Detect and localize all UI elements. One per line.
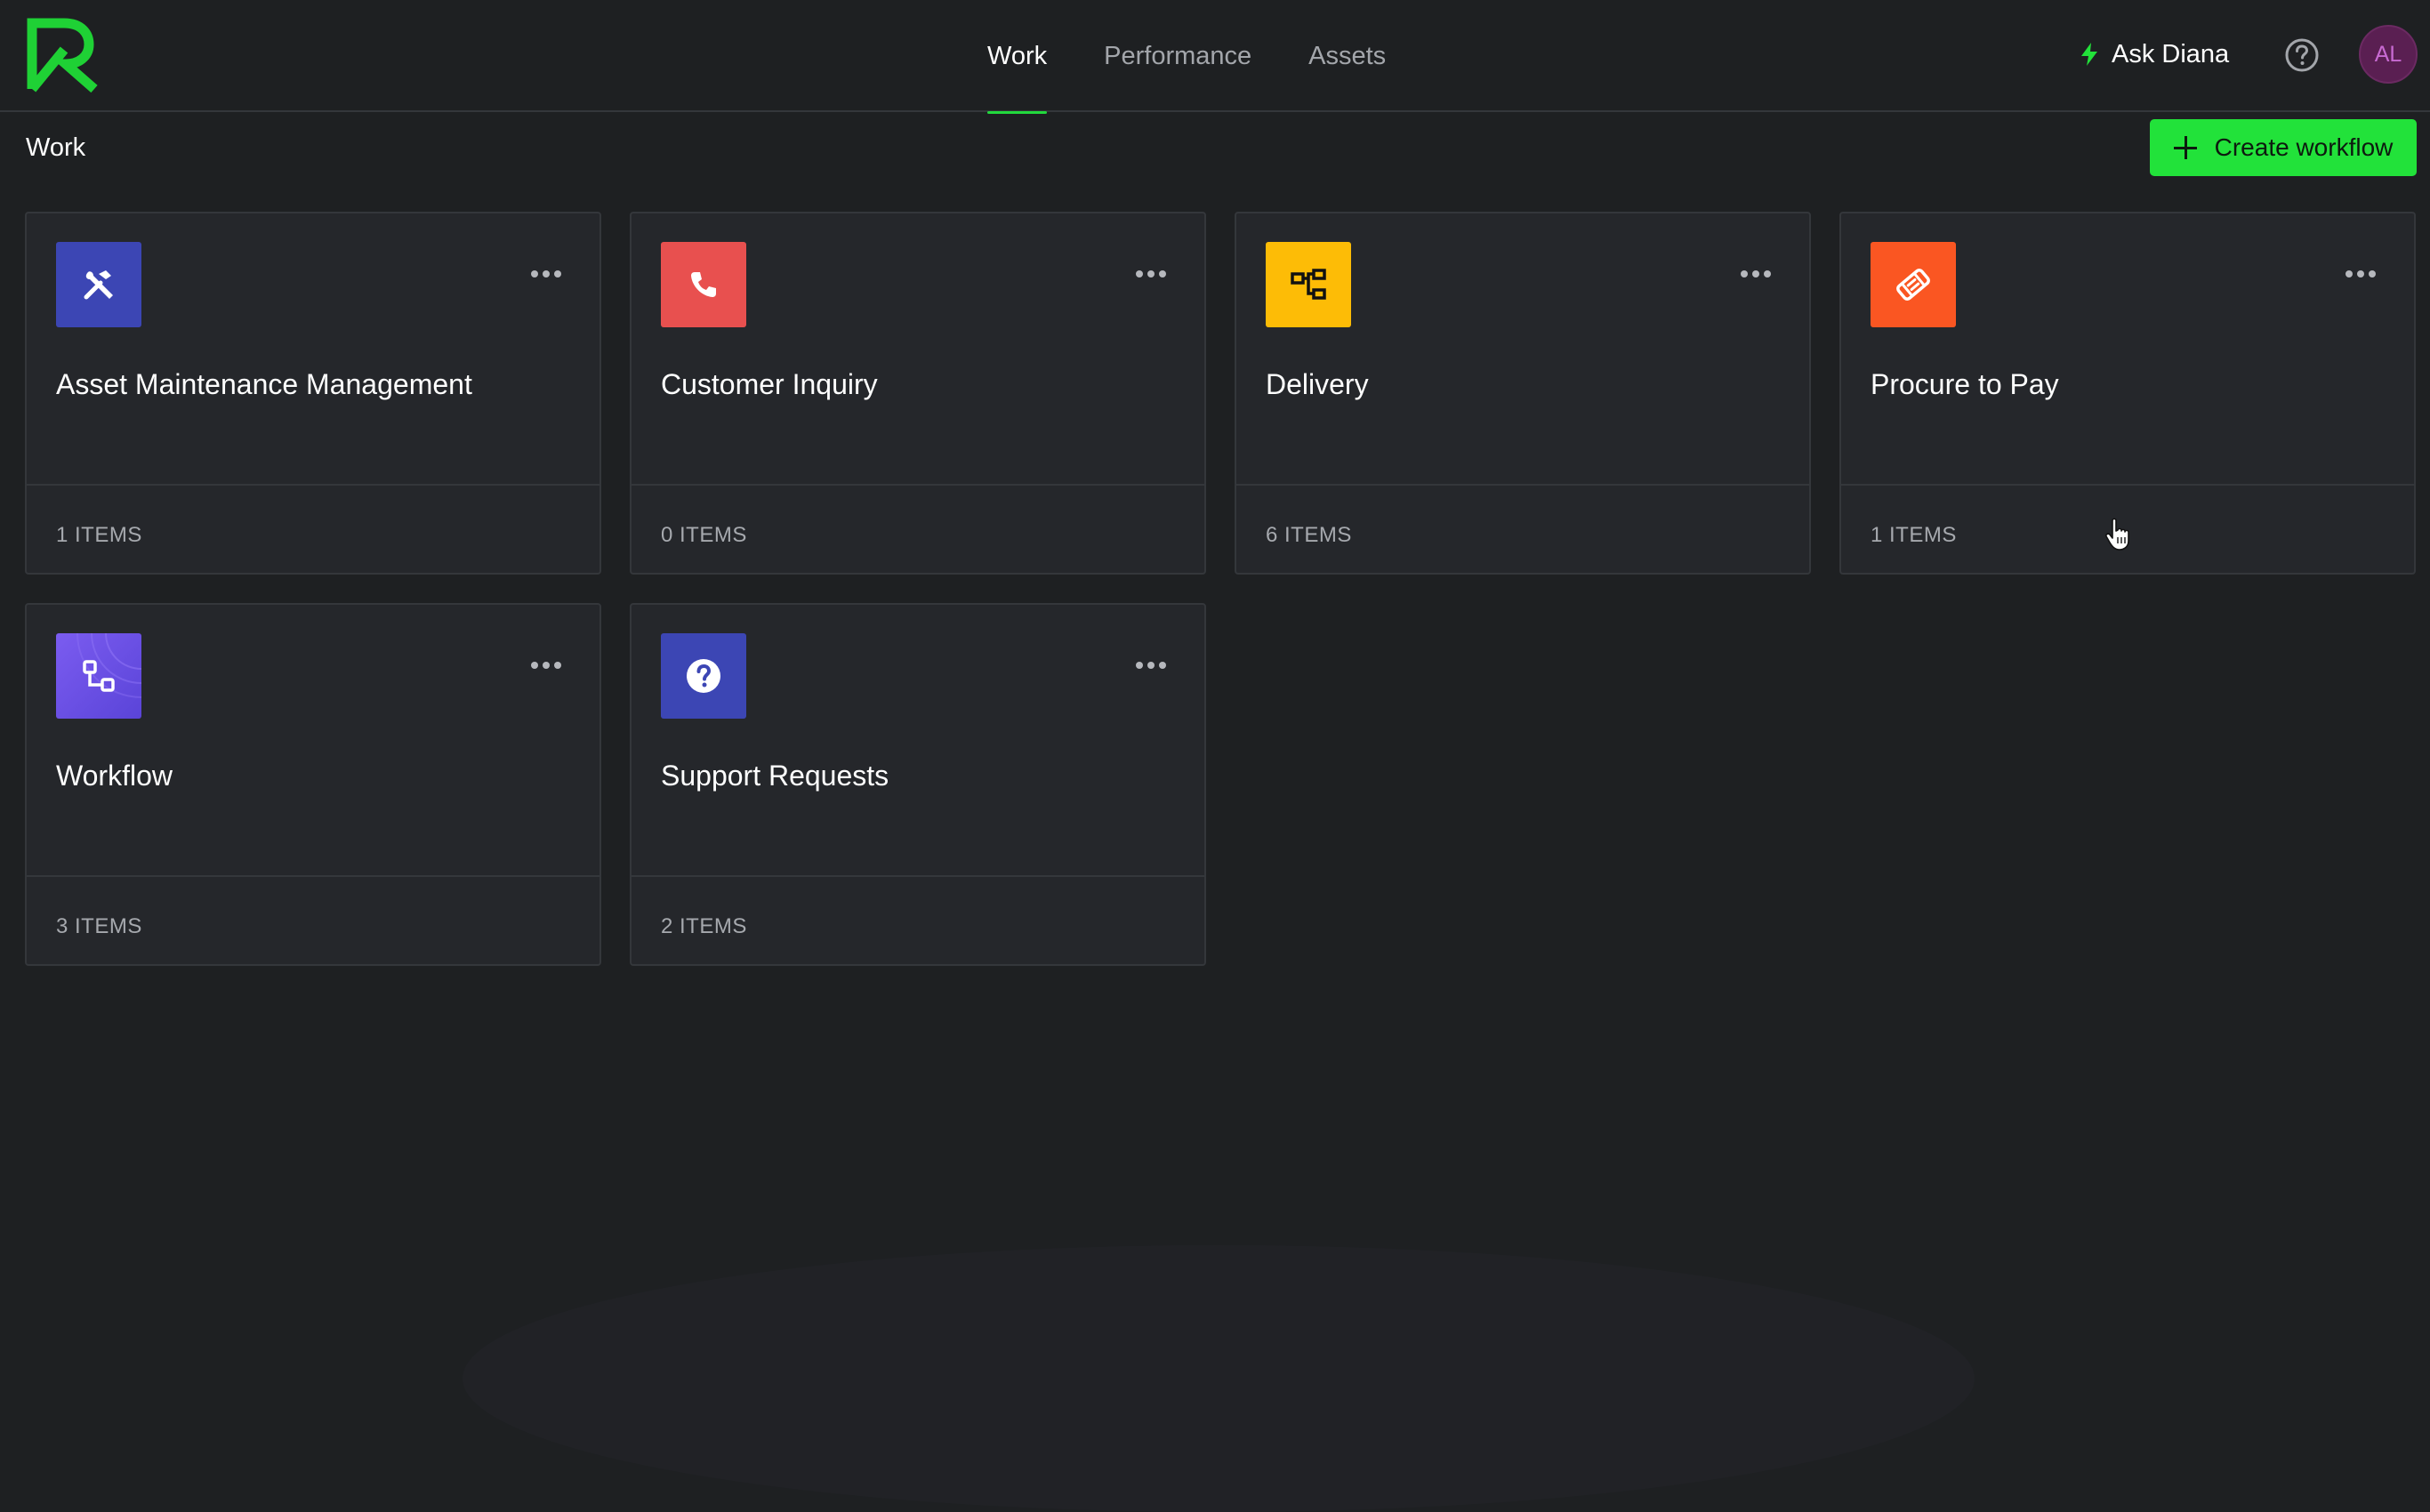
workflow-card-support-requests[interactable]: Support Requests 2 ITEMS <box>630 603 1206 966</box>
card-divider <box>1236 484 1809 486</box>
card-item-count: 2 ITEMS <box>661 914 747 938</box>
card-item-count: 1 ITEMS <box>56 523 142 547</box>
tab-assets[interactable]: Assets <box>1308 0 1386 112</box>
top-bar: Work Performance Assets Ask Diana AL <box>0 0 2430 114</box>
page-title: Work <box>26 133 86 162</box>
more-options-button[interactable] <box>1130 655 1172 676</box>
card-title: Procure to Pay <box>1871 368 2059 400</box>
avatar[interactable]: AL <box>2359 25 2418 84</box>
org-chart-icon <box>1266 242 1351 327</box>
workflow-card-delivery[interactable]: Delivery 6 ITEMS <box>1235 212 1811 575</box>
main-nav: Work Performance Assets <box>987 0 1443 114</box>
phone-icon <box>661 242 746 327</box>
card-divider <box>1841 484 2414 486</box>
card-divider <box>27 875 599 877</box>
card-item-count: 0 ITEMS <box>661 523 747 547</box>
card-title: Workflow <box>56 760 173 792</box>
lightning-bolt-icon <box>2081 43 2097 66</box>
background-glow <box>463 1245 1975 1512</box>
more-options-button[interactable] <box>525 263 567 285</box>
workflow-icon <box>56 633 141 719</box>
more-options-button[interactable] <box>525 655 567 676</box>
workflow-card-customer-inquiry[interactable]: Customer Inquiry 0 ITEMS <box>630 212 1206 575</box>
card-item-count: 3 ITEMS <box>56 914 142 938</box>
workflow-card-asset-maintenance[interactable]: Asset Maintenance Management 1 ITEMS <box>25 212 601 575</box>
card-item-count: 6 ITEMS <box>1266 523 1352 547</box>
create-workflow-button[interactable]: Create workflow <box>2150 119 2417 176</box>
more-options-button[interactable] <box>1130 263 1172 285</box>
card-divider <box>27 484 599 486</box>
brand-r-logo-icon[interactable] <box>23 14 103 92</box>
workflow-card-workflow[interactable]: Workflow 3 ITEMS <box>25 603 601 966</box>
card-divider <box>632 875 1204 877</box>
card-title: Delivery <box>1266 368 1369 400</box>
ask-diana-label: Ask Diana <box>2112 39 2230 68</box>
tab-work[interactable]: Work <box>987 0 1048 114</box>
question-circle-icon[interactable] <box>2282 36 2321 75</box>
hand-cursor-icon <box>2105 518 2129 551</box>
card-divider <box>632 484 1204 486</box>
card-title: Support Requests <box>661 760 889 792</box>
question-icon <box>661 633 746 719</box>
card-item-count: 1 ITEMS <box>1871 523 1957 547</box>
handshake-icon <box>1871 242 1956 327</box>
tab-performance[interactable]: Performance <box>1104 0 1251 112</box>
card-title: Customer Inquiry <box>661 368 878 400</box>
card-title: Asset Maintenance Management <box>56 368 472 400</box>
more-options-button[interactable] <box>2339 263 2382 285</box>
ask-diana-button[interactable]: Ask Diana <box>2080 32 2229 76</box>
plus-icon <box>2173 136 2197 159</box>
tools-icon <box>56 242 141 327</box>
create-workflow-label: Create workflow <box>2214 133 2394 161</box>
more-options-button[interactable] <box>1734 263 1777 285</box>
